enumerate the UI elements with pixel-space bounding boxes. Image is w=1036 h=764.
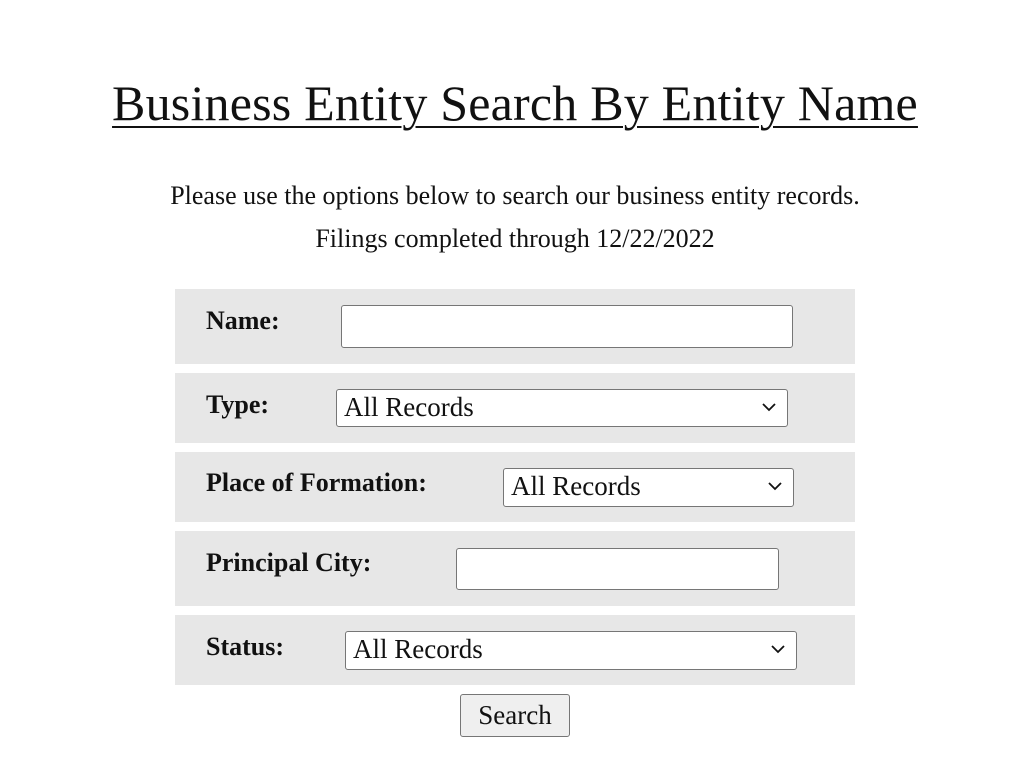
chevron-down-icon — [768, 482, 782, 491]
place-of-formation-row: Place of Formation: All Records — [175, 452, 855, 522]
type-select[interactable]: All Records — [336, 389, 788, 427]
principal-city-row: Principal City: — [175, 531, 855, 606]
intro-text: Please use the options below to search o… — [170, 181, 860, 210]
chevron-down-icon — [771, 645, 785, 654]
status-label: Status: — [206, 632, 285, 661]
principal-city-label: Principal City: — [206, 548, 372, 577]
type-row: Type: All Records — [175, 373, 855, 443]
name-label: Name: — [206, 306, 280, 335]
chevron-down-icon — [762, 403, 776, 412]
place-of-formation-selected-value: All Records — [511, 471, 641, 501]
status-selected-value: All Records — [353, 634, 483, 664]
principal-city-input[interactable] — [456, 548, 779, 590]
filings-date-text: Filings completed through 12/22/2022 — [315, 224, 715, 253]
place-of-formation-select[interactable]: All Records — [503, 468, 794, 507]
page-title: Business Entity Search By Entity Name — [112, 75, 918, 131]
type-label: Type: — [206, 390, 270, 419]
status-row: Status: All Records — [175, 615, 855, 685]
type-selected-value: All Records — [344, 392, 474, 422]
status-select[interactable]: All Records — [345, 631, 797, 670]
name-row: Name: — [175, 289, 855, 364]
name-input[interactable] — [341, 305, 793, 348]
search-button[interactable]: Search — [460, 694, 570, 737]
place-of-formation-label: Place of Formation: — [206, 468, 427, 497]
